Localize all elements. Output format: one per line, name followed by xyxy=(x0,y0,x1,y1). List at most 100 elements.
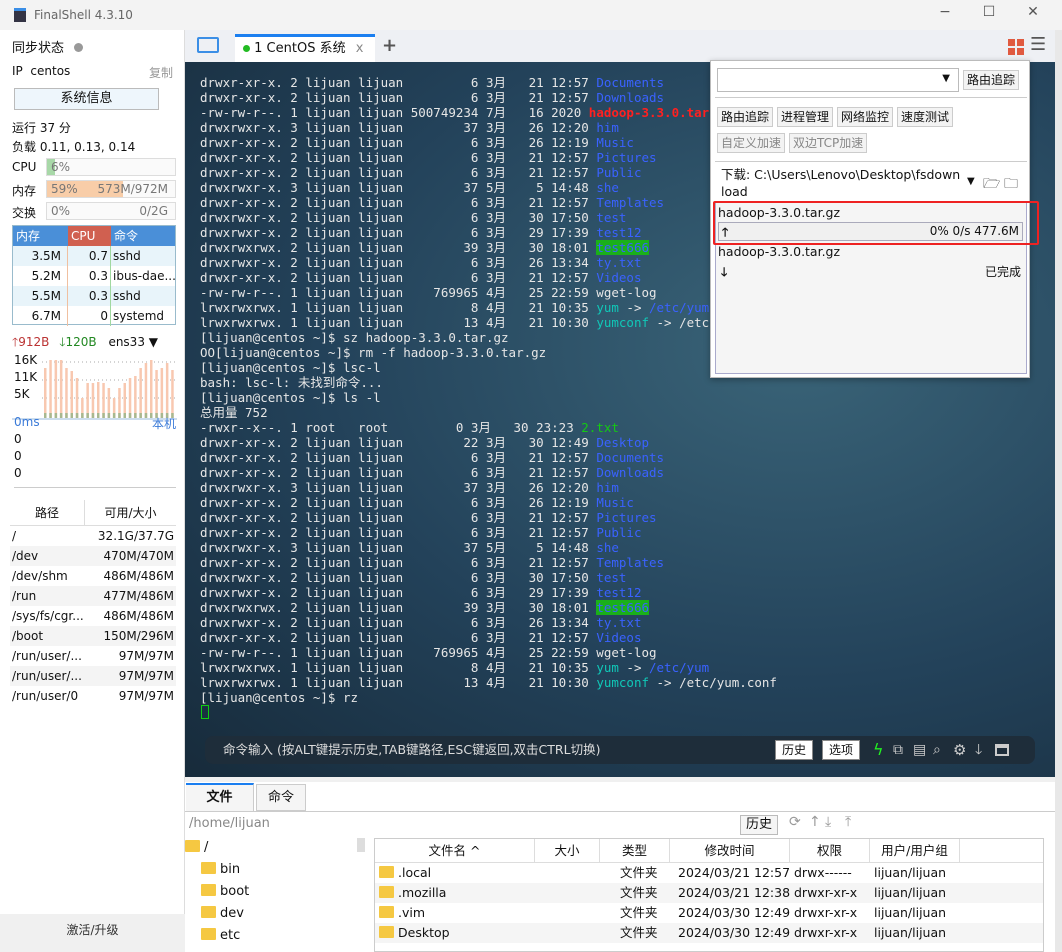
disk-row[interactable]: /boot 150M/296M xyxy=(10,626,176,646)
disk-row[interactable]: /dev/shm 486M/486M xyxy=(10,566,176,586)
minimize-button[interactable]: − xyxy=(930,4,960,26)
tree-item[interactable]: etc xyxy=(201,926,240,946)
tool-custom-accel[interactable]: 自定义加速 xyxy=(717,133,786,153)
path-history-button[interactable]: 历史 xyxy=(740,815,779,835)
paste-icon[interactable]: ▤ xyxy=(913,736,926,764)
download-rate: 120B xyxy=(65,335,97,349)
file-cell-perm: drwxr-xr-x xyxy=(790,923,870,943)
path-input[interactable]: /home/lijuan xyxy=(189,816,270,831)
parent-dir-icon[interactable]: ↑ xyxy=(809,814,821,830)
search-icon[interactable]: ⌕ xyxy=(933,736,941,764)
net-tick: 5K xyxy=(14,387,30,401)
line-text: lrwxrwxrwx. 1 lijuan lijuan 13 4月 21 10:… xyxy=(200,315,597,330)
tree-item[interactable]: boot xyxy=(201,882,249,902)
chevron-down-icon[interactable]: ▼ xyxy=(967,176,975,187)
directory-tree: / bin boot dev etc xyxy=(185,838,365,952)
activate-upgrade-button[interactable]: 激活/升级 xyxy=(0,914,185,952)
tool-network-monitor[interactable]: 网络监控 xyxy=(837,107,894,127)
column-header[interactable]: 修改时间 xyxy=(670,839,790,862)
tree-item[interactable]: / xyxy=(185,838,208,858)
tool-speed-test[interactable]: 速度测试 xyxy=(897,107,954,127)
process-row[interactable]: 6.7M 0 systemd xyxy=(13,306,175,326)
disk-row[interactable]: / 32.1G/37.7G xyxy=(10,526,176,546)
proc-header-mem[interactable]: 内存 xyxy=(13,226,68,246)
folder-open-icon[interactable]: 🗁 xyxy=(983,173,1000,197)
cell-text: 2024/03/21 12:38 xyxy=(678,885,790,900)
file-row[interactable]: .mozilla 文件夹 2024/03/21 12:38 drwxr-xr-x lij… xyxy=(375,883,1043,903)
tab-commands[interactable]: 命令 xyxy=(256,784,306,811)
file-row[interactable]: .vim 文件夹 2024/03/30 12:49 drwxr-xr-x lijuan/… xyxy=(375,903,1043,923)
disk-row[interactable]: /sys/fs/cgr... 486M/486M xyxy=(10,606,176,626)
window-icon[interactable] xyxy=(995,744,1009,756)
terminal-line: drwxr-xr-x. 2 lijuan lijuan 6 3月 21 12:5… xyxy=(200,165,777,180)
disk-row[interactable]: /run 477M/486M xyxy=(10,586,176,606)
process-row[interactable]: 5.5M 0.3 sshd xyxy=(13,286,175,306)
refresh-icon[interactable]: ⟳ xyxy=(789,814,801,830)
tab-centos[interactable]: 1 CentOS 系统 x xyxy=(235,34,375,62)
tab-close-icon[interactable]: x xyxy=(356,41,364,56)
arrow-down-icon[interactable]: 🡓 xyxy=(975,736,982,764)
lightning-icon[interactable]: ϟ xyxy=(873,736,884,764)
tab-files[interactable]: 文件 xyxy=(186,783,254,811)
tool-route-trace[interactable]: 路由追踪 xyxy=(717,107,774,127)
add-tab-button[interactable]: + xyxy=(382,35,397,56)
disk-path: /sys/fs/cgr... xyxy=(12,609,84,623)
close-button[interactable]: ✕ xyxy=(1018,4,1048,26)
options-button[interactable]: 选项 xyxy=(822,740,861,760)
link-target: /etc/yum xyxy=(649,660,710,675)
terminal-line: 总用量 752 xyxy=(200,405,777,420)
terminal-line: drwxr-xr-x. 2 lijuan lijuan 6 3月 26 12:1… xyxy=(200,495,777,510)
column-header[interactable]: 用户/用户组 xyxy=(870,839,960,862)
maximize-button[interactable]: ☐ xyxy=(974,4,1004,26)
disk-row[interactable]: /run/user/... 97M/97M xyxy=(10,646,176,666)
column-header[interactable]: 大小 xyxy=(535,839,600,862)
column-header[interactable]: 文件名 ^ xyxy=(375,839,535,862)
column-header[interactable]: 权限 xyxy=(790,839,870,862)
line-text: drwxrwxr-x. 2 lijuan lijuan 6 3月 29 17:3… xyxy=(200,585,597,600)
disk-row[interactable]: /run/user/... 97M/97M xyxy=(10,666,176,686)
transfer-item[interactable]: hadoop-3.3.0.tar.gz 🡓 已完成 xyxy=(716,243,1026,281)
disk-header-size[interactable]: 可用/大小 xyxy=(85,500,176,525)
ping-host[interactable]: 本机 xyxy=(152,415,176,432)
terminal-line: drwxr-xr-x. 2 lijuan lijuan 6 3月 21 12:5… xyxy=(200,195,777,210)
tree-item[interactable]: bin xyxy=(201,860,240,880)
layout-grid-icon[interactable] xyxy=(1008,39,1024,55)
tree-scrollbar[interactable] xyxy=(357,838,365,852)
disk-header-path[interactable]: 路径 xyxy=(10,500,85,525)
process-row[interactable]: 3.5M 0.7 sshd xyxy=(13,246,175,266)
disk-row[interactable]: /dev 470M/470M xyxy=(10,546,176,566)
file-name: Templates xyxy=(596,195,665,210)
copy-button[interactable]: 复制 xyxy=(149,64,173,81)
history-button[interactable]: 历史 xyxy=(775,740,814,760)
line-text: lrwxrwxrwx. 1 lijuan lijuan 8 4月 21 10:3… xyxy=(200,660,597,675)
upload-icon[interactable]: ⤒ xyxy=(845,814,851,830)
file-row[interactable]: .local 文件夹 2024/03/21 12:57 drwx------ lijua… xyxy=(375,863,1043,883)
column-header[interactable]: 类型 xyxy=(600,839,670,862)
line-text: drwxrwxr-x. 3 lijuan lijuan 37 3月 26 12:… xyxy=(200,120,597,135)
system-info-button[interactable]: 系统信息 xyxy=(14,88,159,110)
tool-process-manager[interactable]: 进程管理 xyxy=(777,107,834,127)
proc-cmd: systemd xyxy=(113,309,164,323)
download-icon[interactable]: ⤓ xyxy=(825,814,831,830)
folder-open-icon[interactable] xyxy=(197,37,219,53)
proc-header-cpu[interactable]: CPU xyxy=(68,226,111,246)
disk-row[interactable]: /run/user/0 97M/97M xyxy=(10,686,176,706)
command-input[interactable]: 命令输入 (按ALT键提示历史,TAB键路径,ESC键返回,双击CTRL切换) … xyxy=(205,736,1035,764)
disk-path: /run xyxy=(12,589,37,603)
interface-select[interactable]: ens33 xyxy=(108,335,145,349)
disk-size: 486M/486M xyxy=(103,609,174,623)
menu-icon[interactable]: ☰ xyxy=(1030,34,1046,55)
folder-icon[interactable]: 🗀 xyxy=(1004,173,1018,197)
tool-tcp-accel[interactable]: 双边TCP加速 xyxy=(789,133,868,153)
tree-item[interactable]: dev xyxy=(201,904,244,924)
chevron-down-icon[interactable]: ▼ xyxy=(149,335,158,349)
terminal-line: -rw-rw-r--. 1 lijuan lijuan 500749234 7月… xyxy=(200,105,777,120)
route-target-select[interactable]: ▼ xyxy=(717,68,959,92)
proc-header-cmd[interactable]: 命令 xyxy=(111,226,175,246)
net-bar-down xyxy=(59,413,63,418)
file-row[interactable]: Desktop 文件夹 2024/03/30 12:49 drwxr-xr-x liju… xyxy=(375,923,1043,943)
route-trace-button[interactable]: 路由追踪 xyxy=(963,70,1020,90)
process-row[interactable]: 5.2M 0.3 ibus-dae... xyxy=(13,266,175,286)
gear-icon[interactable]: ⚙ xyxy=(953,736,966,764)
copy-icon[interactable]: ⧉ xyxy=(893,736,903,764)
